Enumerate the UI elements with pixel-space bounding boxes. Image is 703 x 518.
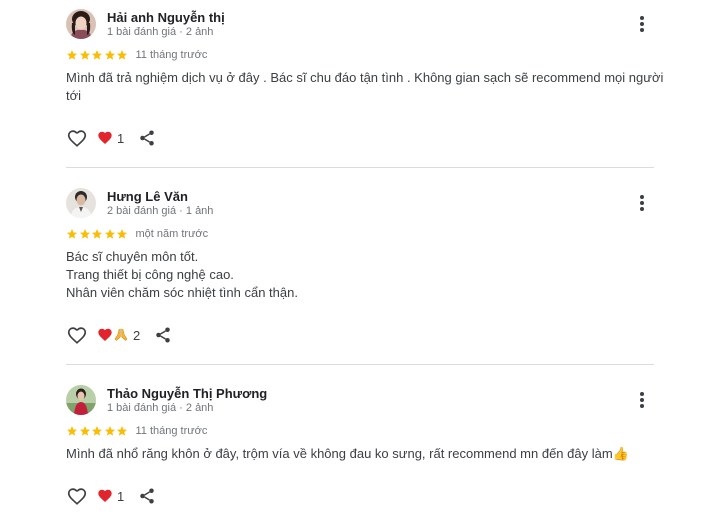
star-icon	[117, 50, 127, 60]
reviewer-meta: 1 bài đánh giá · 2 ảnh	[107, 26, 214, 38]
star-icon	[104, 426, 115, 436]
avatar[interactable]	[66, 188, 96, 218]
share-icon[interactable]	[138, 487, 156, 505]
star-icon	[79, 50, 90, 60]
review-text-line: Mình đã trả nghiệm dịch vụ ở đây . Bác s…	[66, 70, 664, 85]
reviewer-name[interactable]: Thảo Nguyễn Thị Phương	[107, 386, 267, 401]
review-text-line: tới	[66, 88, 82, 103]
star-icon	[104, 50, 115, 60]
star-icon	[92, 229, 102, 239]
like-icon[interactable]	[66, 127, 88, 149]
star-icon	[104, 229, 115, 239]
star-icon	[67, 229, 77, 239]
pray-reaction-icon	[114, 328, 128, 341]
review-text-line: Mình đã nhổ răng khôn ở đây, trộm vía về…	[66, 446, 629, 461]
star-rating	[66, 49, 129, 61]
reviewer-meta: 2 bài đánh giá · 1 ảnh	[107, 205, 214, 217]
star-rating	[66, 228, 129, 240]
star-icon	[79, 229, 90, 239]
divider	[66, 364, 654, 365]
reactions-summary[interactable]: 1	[97, 488, 124, 504]
review-date: 11 tháng trước	[135, 425, 208, 437]
reviews-list: Hải anh Nguyễn thị 1 bài đánh giá · 2 ản…	[0, 0, 703, 518]
reviewer-meta: 1 bài đánh giá · 2 ảnh	[107, 402, 214, 414]
review-actions: 2	[66, 323, 172, 347]
more-options-icon[interactable]	[632, 13, 652, 35]
star-rating	[66, 425, 129, 437]
reviewer-name[interactable]: Hải anh Nguyễn thị	[107, 10, 225, 25]
review-text-line: Trang thiết bị công nghệ cao.	[66, 267, 234, 282]
heart-reaction-icon	[98, 328, 112, 341]
reviewer-name[interactable]: Hưng Lê Văn	[107, 189, 188, 204]
star-icon	[92, 426, 102, 436]
review-text: Mình đã trả nghiệm dịch vụ ở đây . Bác s…	[66, 69, 664, 105]
star-icon	[67, 50, 77, 60]
star-icon	[92, 50, 102, 60]
share-icon[interactable]	[154, 326, 172, 344]
review-card: Hải anh Nguyễn thị 1 bài đánh giá · 2 ản…	[66, 9, 664, 159]
like-icon[interactable]	[66, 324, 88, 346]
share-icon[interactable]	[138, 129, 156, 147]
review-date: 11 tháng trước	[135, 49, 208, 61]
avatar[interactable]	[66, 9, 96, 39]
review-actions: 1	[66, 126, 156, 150]
more-options-icon[interactable]	[632, 192, 652, 214]
star-icon	[117, 426, 127, 436]
review-text: Mình đã nhổ răng khôn ở đây, trộm vía về…	[66, 445, 656, 463]
reactions-summary[interactable]: 1	[97, 130, 124, 146]
reaction-count: 1	[117, 130, 125, 146]
reactions-summary[interactable]: 2	[97, 327, 140, 343]
rating-row: 11 tháng trước	[66, 423, 207, 439]
star-icon	[79, 426, 90, 436]
rating-row: một năm trước	[66, 226, 208, 242]
review-text-line: Bác sĩ chuyên môn tốt.	[66, 249, 199, 264]
rating-row: 11 tháng trước	[66, 47, 207, 63]
avatar[interactable]	[66, 385, 96, 415]
star-icon	[117, 229, 127, 239]
more-options-icon[interactable]	[632, 389, 652, 411]
review-card: Thảo Nguyễn Thị Phương 1 bài đánh giá · …	[66, 385, 656, 515]
heart-reaction-icon	[98, 489, 112, 502]
reaction-count: 2	[133, 327, 141, 343]
review-date: một năm trước	[135, 228, 209, 240]
divider	[66, 167, 654, 168]
review-card: Hưng Lê Văn 2 bài đánh giá · 1 ảnh một n…	[66, 188, 656, 353]
review-text: Bác sĩ chuyên môn tốt. Trang thiết bị cô…	[66, 248, 656, 302]
reaction-count: 1	[117, 488, 125, 504]
star-icon	[67, 426, 77, 436]
like-icon[interactable]	[66, 485, 88, 507]
review-actions: 1	[66, 484, 156, 508]
review-text-line: Nhân viên chăm sóc nhiệt tình cẩn thận.	[66, 285, 298, 300]
heart-reaction-icon	[98, 131, 112, 144]
